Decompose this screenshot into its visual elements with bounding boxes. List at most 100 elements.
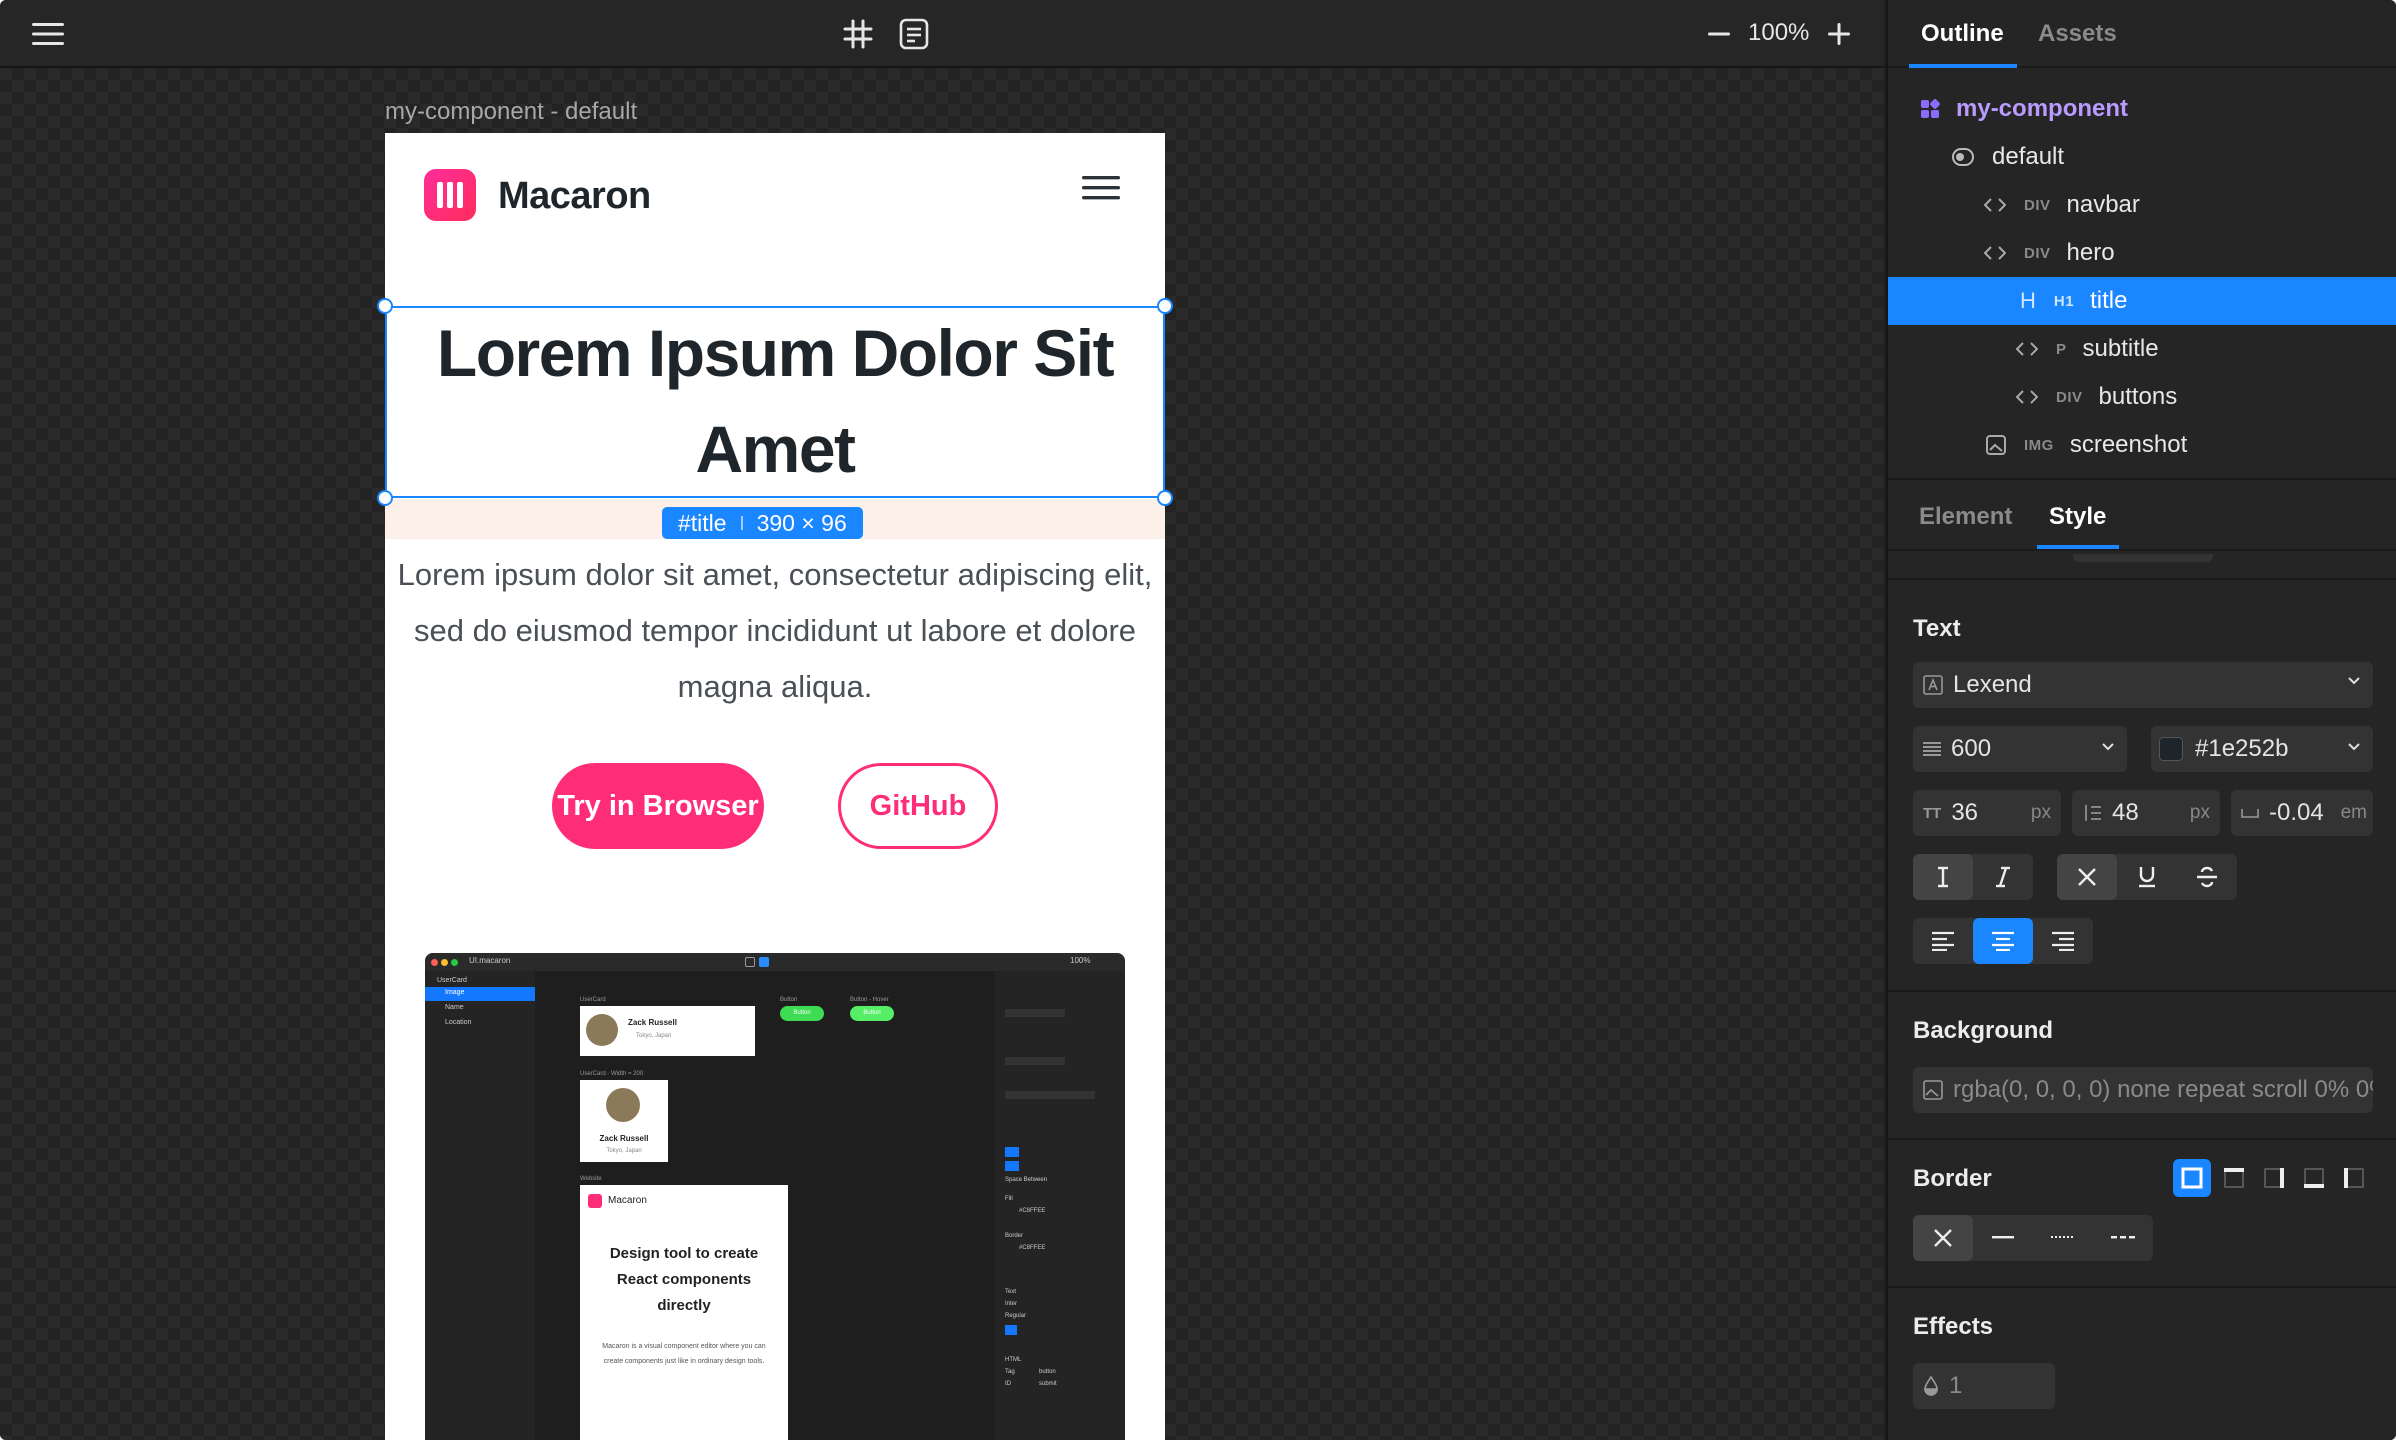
mini-tag-label: Tag [1005, 1369, 1015, 1375]
border-all-icon[interactable] [2173, 1159, 2211, 1197]
frame-label[interactable]: my-component - default [385, 98, 637, 126]
divider [1888, 549, 2396, 551]
tree-item-default[interactable]: default [1888, 133, 2396, 181]
letter-spacing-input[interactable]: -0.04 em [2231, 790, 2373, 836]
scroll-indicator[interactable] [2073, 554, 2213, 562]
tree-item-my-component[interactable]: my-component [1888, 85, 2396, 133]
align-right-icon[interactable] [2033, 918, 2093, 964]
right-panel: Outline Assets my-component default DIV … [1886, 0, 2396, 1440]
tree-label: buttons [2098, 383, 2178, 410]
border-solid-icon[interactable] [1973, 1215, 2033, 1261]
letter-spacing-icon [2241, 807, 2259, 819]
italic-button[interactable] [1973, 854, 2033, 900]
tree-item-screenshot[interactable]: IMG screenshot [1888, 421, 2396, 469]
divider [1888, 990, 2396, 992]
align-left-icon[interactable] [1913, 918, 1973, 964]
code-icon [2016, 389, 2038, 405]
selection-id: #title [678, 509, 727, 536]
toolbar: 100% [0, 0, 1884, 68]
opacity-input[interactable]: 1 [1913, 1363, 2055, 1409]
hero-subtitle[interactable]: Lorem ipsum dolor sit amet, consectetur … [387, 547, 1163, 715]
line-height-input[interactable]: 48 px [2072, 790, 2220, 836]
tree-item-hero[interactable]: DIV hero [1888, 229, 2396, 277]
site-menu-icon[interactable] [1082, 175, 1120, 203]
mini-card-location: Tokyo, Japan [606, 1148, 642, 1154]
underline-icon[interactable] [2117, 854, 2177, 900]
border-style-group [1913, 1215, 2153, 1261]
selection-box[interactable] [385, 306, 1165, 498]
mini-inspector: Space Between Fill #C8FFEE Border #C8FFE… [995, 971, 1125, 1440]
tree-item-buttons[interactable]: DIV buttons [1888, 373, 2396, 421]
letter-spacing-value: -0.04 [2269, 799, 2324, 826]
try-in-browser-button[interactable]: Try in Browser [552, 763, 764, 849]
mini-text-label: Text [1005, 1289, 1017, 1295]
opacity-icon [1923, 1376, 1939, 1396]
site-navbar[interactable]: Macaron [385, 133, 1165, 263]
border-left-icon[interactable] [2335, 1159, 2373, 1197]
text-color-select[interactable]: #1e252b [2151, 726, 2373, 772]
menu-icon[interactable] [30, 18, 66, 50]
variant-icon [1952, 148, 1974, 166]
border-bottom-icon[interactable] [2295, 1159, 2333, 1197]
tree-tag: H1 [2053, 292, 2075, 310]
tree-label: hero [2066, 239, 2115, 266]
tree-label: navbar [2066, 191, 2140, 218]
tab-assets[interactable]: Assets [2038, 20, 2117, 48]
tree-tag: DIV [2056, 388, 2083, 406]
border-top-icon[interactable] [2215, 1159, 2253, 1197]
border-dotted-icon[interactable] [2033, 1215, 2093, 1261]
mini-site-title: Design tool to create React components d… [609, 1245, 759, 1314]
mini-card-label: UserCard [580, 997, 606, 1003]
tree-label: screenshot [2069, 431, 2188, 458]
mini-layer: Name [445, 1004, 464, 1011]
mini-card-location: Tokyo, Japan [636, 1033, 672, 1039]
mini-border-value: #C8FFEE [1019, 1245, 1046, 1251]
font-family-value: Lexend [1953, 671, 2032, 698]
border-none-icon[interactable] [1913, 1215, 1973, 1261]
font-weight-select[interactable]: 600 [1913, 726, 2127, 772]
resize-handle-top-right[interactable] [1157, 298, 1173, 314]
tree-tag: P [2056, 340, 2067, 358]
border-section-title: Border [1913, 1165, 1992, 1192]
border-right-icon[interactable] [2255, 1159, 2293, 1197]
zoom-level[interactable]: 100% [1748, 19, 1809, 47]
background-value: rgba(0, 0, 0, 0) none repeat scroll 0% 0… [1953, 1076, 2373, 1103]
tree-item-subtitle[interactable]: P subtitle [1888, 325, 2396, 373]
tree-item-navbar[interactable]: DIV navbar [1888, 181, 2396, 229]
mini-fill-value: #C8FFEE [1019, 1208, 1046, 1214]
document-icon[interactable] [896, 16, 932, 52]
github-button[interactable]: GitHub [838, 763, 998, 849]
background-section-title: Background [1913, 1017, 2054, 1044]
strikethrough-icon[interactable] [2177, 854, 2237, 900]
grid-icon[interactable] [840, 16, 876, 52]
resize-handle-bottom-left[interactable] [377, 490, 393, 506]
mini-layer: Location [445, 1019, 472, 1026]
font-size-input[interactable]: TT 36 px [1913, 790, 2061, 836]
resize-handle-top-left[interactable] [377, 298, 393, 314]
mini-card-label: UserCard - Width = 200 [580, 1071, 644, 1077]
border-dashed-icon[interactable] [2093, 1215, 2153, 1261]
app-window: 100% my-component - default Macaron Lore… [0, 0, 2396, 1440]
chevron-down-icon [2347, 676, 2361, 686]
zoom-out-icon[interactable] [1704, 20, 1734, 48]
no-decoration-button[interactable] [2057, 854, 2117, 900]
zoom-in-icon[interactable] [1824, 20, 1854, 48]
tab-style[interactable]: Style [2049, 503, 2106, 531]
upright-text-button[interactable] [1913, 854, 1973, 900]
weight-icon [1923, 742, 1941, 756]
align-center-icon[interactable] [1973, 918, 2033, 964]
tab-element[interactable]: Element [1919, 503, 2012, 531]
resize-handle-bottom-right[interactable] [1157, 490, 1173, 506]
tab-outline[interactable]: Outline [1921, 20, 2004, 48]
background-input[interactable]: rgba(0, 0, 0, 0) none repeat scroll 0% 0… [1913, 1067, 2373, 1113]
font-family-select[interactable]: Lexend [1913, 662, 2373, 708]
divider [1888, 478, 2396, 480]
mini-site-text: Macaron is a visual component editor whe… [602, 1343, 766, 1365]
mini-user-card: Zack Russell Tokyo, Japan [580, 1006, 755, 1056]
tree-item-title[interactable]: H H1 title [1888, 277, 2396, 325]
font-size-unit: px [2030, 802, 2051, 823]
image-icon [1923, 1080, 1943, 1100]
mini-button-label: Button [780, 997, 798, 1003]
mini-app-title: UI.macaron [469, 956, 511, 965]
screenshot-image[interactable]: UI.macaron 100% UserCard Image Name Loca… [425, 953, 1125, 1440]
